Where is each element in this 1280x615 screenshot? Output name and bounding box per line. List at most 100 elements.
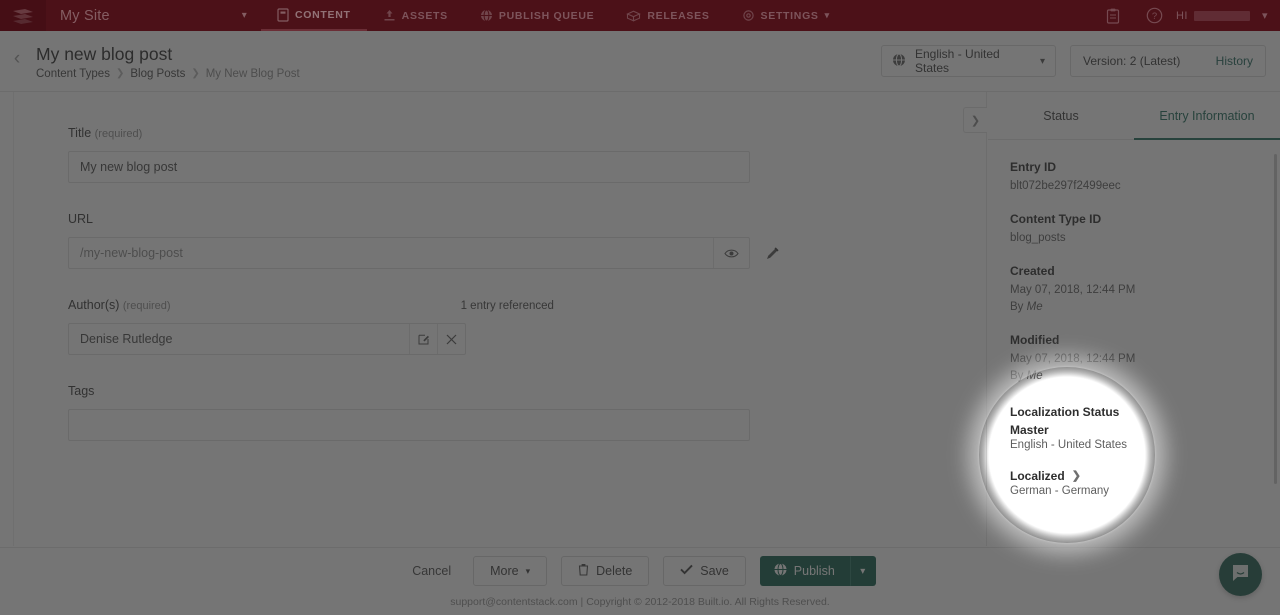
more-button[interactable]: More ▾ — [473, 556, 548, 586]
sidebar-collapse-toggle[interactable]: ❯ — [963, 107, 987, 133]
user-name-redacted — [1193, 10, 1250, 21]
delete-button[interactable]: Delete — [561, 556, 650, 586]
globe-icon — [892, 53, 906, 70]
clipboard-checklist-icon[interactable] — [1093, 8, 1133, 24]
page-title: My new blog post — [36, 43, 173, 64]
site-selector[interactable]: My Site ▾ — [46, 8, 261, 24]
nav-item-content-label: CONTENT — [295, 8, 351, 21]
globe-icon — [774, 563, 787, 579]
sidebar-created: Created May 07, 2018, 12:44 PM By Me — [1010, 264, 1258, 316]
brand-logo-icon[interactable] — [0, 0, 46, 31]
sidebar-modified-by-user: Me — [1026, 370, 1043, 382]
title-block: My new blog post Content Types ❯ Blog Po… — [34, 43, 300, 80]
reference-item[interactable]: Denise Rutledge — [68, 323, 466, 355]
close-x-icon[interactable] — [437, 324, 465, 354]
sidebar-tabs: Status Entry Information — [988, 92, 1280, 140]
publish-dropdown-toggle[interactable]: ▾ — [849, 556, 876, 586]
cancel-button[interactable]: Cancel — [404, 556, 459, 586]
chevron-right-icon: ❯ — [970, 114, 981, 127]
field-title-label-text: Title — [68, 126, 92, 140]
entry-sidebar: ❯ Status Entry Information Entry ID blt0… — [963, 92, 1280, 546]
sidebar-modified-by-prefix: By — [1010, 370, 1027, 382]
breadcrumb: Content Types ❯ Blog Posts ❯ My New Blog… — [36, 68, 300, 80]
chevron-down-icon: ▾ — [1261, 10, 1268, 22]
version-bar: Version: 2 (Latest) History — [1070, 45, 1266, 77]
sidebar-content-type-id: Content Type ID blog_posts — [1010, 212, 1258, 247]
sidebar-scrollbar[interactable] — [1274, 154, 1277, 484]
publish-button[interactable]: Publish — [759, 556, 850, 586]
left-rail — [0, 92, 14, 546]
greeting-label: HI — [1175, 9, 1188, 22]
url-row: /my-new-blog-post — [68, 237, 986, 269]
entry-form: Title (required) My new blog post URL /m… — [0, 92, 986, 441]
question-circle-icon[interactable]: ? — [1133, 7, 1176, 24]
box-icon — [626, 10, 642, 22]
check-icon — [680, 564, 693, 578]
globe-icon — [480, 9, 493, 22]
pencil-icon[interactable] — [750, 246, 794, 261]
top-navigation-bar: My Site ▾ CONTENT ASSETS PUBLISH QUEUE R… — [0, 0, 1280, 31]
tags-input[interactable] — [68, 409, 750, 441]
locale-selector[interactable]: English - United States ▾ — [881, 45, 1056, 77]
entry-form-area: Title (required) My new blog post URL /m… — [0, 92, 987, 546]
entry-action-bar: Cancel More ▾ Delete Save Publish ▾ — [0, 547, 1280, 594]
entry-subheader: ‹ My new blog post Content Types ❯ Blog … — [0, 31, 1280, 92]
sidebar-created-by-prefix: By — [1010, 301, 1027, 313]
sidebar-content-type-id-value: blog_posts — [1010, 232, 1066, 244]
sidebar-modified-key: Modified — [1010, 333, 1060, 347]
save-button[interactable]: Save — [663, 556, 746, 586]
title-input[interactable]: My new blog post — [68, 151, 750, 183]
chevron-down-icon: ▾ — [1039, 55, 1045, 67]
sidebar-localization-status: Localization Status Master English - Uni… — [1010, 405, 1258, 500]
nav-item-releases[interactable]: RELEASES — [610, 0, 725, 31]
tab-entry-information[interactable]: Entry Information — [1134, 92, 1280, 140]
sidebar-created-key: Created — [1010, 264, 1055, 278]
nav-item-settings[interactable]: SETTINGS ▾ — [726, 0, 846, 31]
localization-localized-row[interactable]: Localized ❯ — [1010, 467, 1258, 483]
field-title-required: (required) — [94, 128, 143, 140]
nav-item-releases-label: RELEASES — [647, 9, 710, 22]
eye-icon[interactable] — [713, 238, 749, 268]
version-label: Version: 2 (Latest) — [1083, 54, 1181, 68]
nav-item-publish-queue[interactable]: PUBLISH QUEUE — [464, 0, 610, 31]
save-button-label: Save — [700, 564, 729, 578]
url-input[interactable]: /my-new-blog-post — [68, 237, 750, 269]
field-title-label: Title (required) — [68, 126, 986, 140]
user-menu[interactable]: HI ▾ — [1175, 9, 1268, 23]
field-tags-label-text: Tags — [68, 384, 95, 398]
sidebar-created-by: By Me — [1010, 299, 1258, 316]
content-document-icon — [277, 7, 289, 22]
field-title: Title (required) My new blog post — [68, 126, 986, 183]
localization-status-heading: Localization Status — [1010, 405, 1120, 419]
field-authors: Author(s) (required) 1 entry referenced … — [68, 298, 986, 355]
breadcrumb-separator-icon: ❯ — [191, 68, 200, 79]
site-name-label: My Site — [60, 7, 110, 24]
breadcrumb-item-content-types[interactable]: Content Types — [36, 68, 110, 80]
breadcrumb-item-blog-posts[interactable]: Blog Posts — [130, 68, 185, 80]
tab-status[interactable]: Status — [988, 92, 1134, 140]
sidebar-body: Entry ID blt072be297f2499eec Content Typ… — [988, 140, 1280, 546]
nav-item-content[interactable]: CONTENT — [261, 0, 367, 31]
publish-button-label: Publish — [793, 564, 835, 578]
localization-localized-value: German - Germany — [1010, 485, 1110, 497]
version-history-link[interactable]: History — [1216, 54, 1253, 68]
chat-widget-button[interactable] — [1219, 553, 1262, 596]
sidebar-entry-id: Entry ID blt072be297f2499eec — [1010, 160, 1258, 195]
chat-bubble-smile-icon — [1230, 562, 1251, 588]
field-url: URL /my-new-blog-post — [68, 212, 986, 269]
edit-square-icon[interactable] — [409, 324, 437, 354]
top-nav-right-actions: ? HI ▾ — [1093, 0, 1280, 31]
gear-icon — [742, 9, 755, 22]
nav-item-settings-label: SETTINGS — [760, 9, 819, 22]
field-url-label-text: URL — [68, 212, 94, 226]
main-nav-items: CONTENT ASSETS PUBLISH QUEUE RELEASES SE… — [261, 0, 846, 31]
nav-item-assets[interactable]: ASSETS — [367, 0, 464, 31]
sidebar-modified-by: By Me — [1010, 368, 1258, 385]
footer-copyright: support@contentstack.com | Copyright © 2… — [450, 596, 830, 608]
url-input-value: /my-new-blog-post — [80, 246, 183, 260]
more-button-label: More — [490, 564, 519, 578]
back-button[interactable]: ‹ — [0, 48, 34, 74]
field-authors-head: Author(s) (required) 1 entry referenced — [68, 298, 986, 323]
tab-entry-information-label: Entry Information — [1159, 109, 1255, 123]
breadcrumb-item-current: My New Blog Post — [205, 67, 300, 80]
